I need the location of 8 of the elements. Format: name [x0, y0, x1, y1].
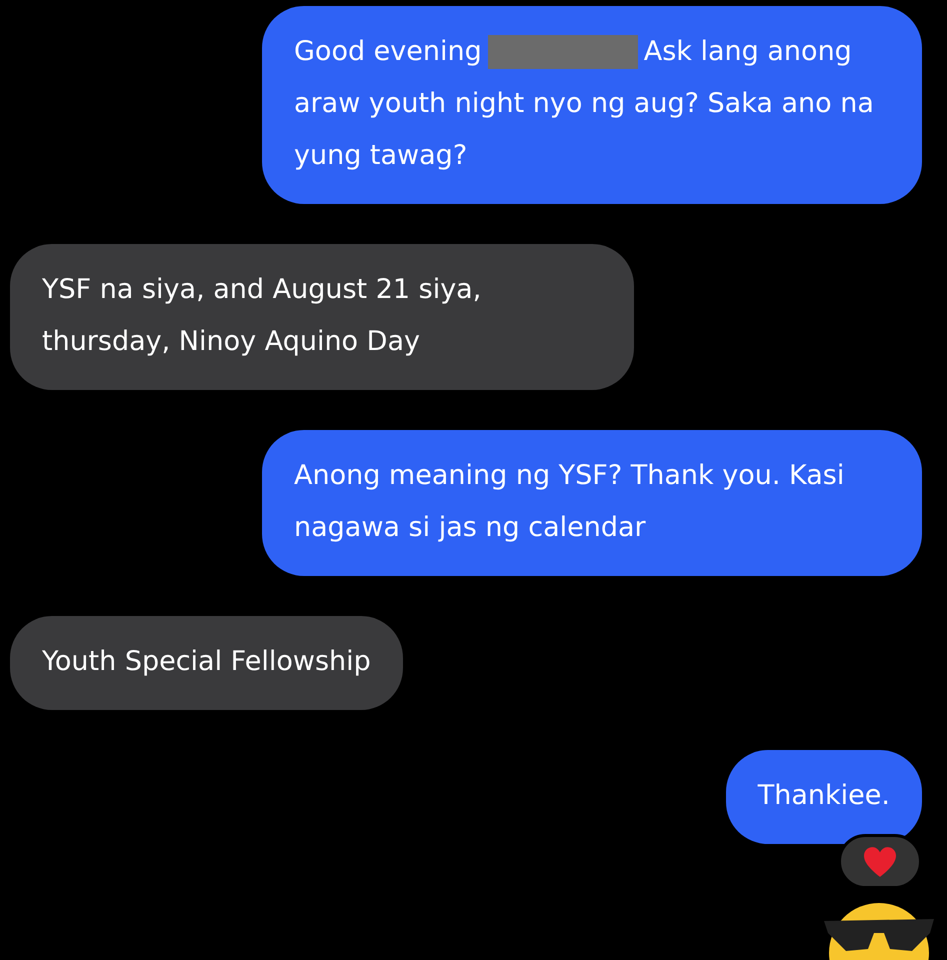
message-text: Good evening — [294, 35, 482, 69]
message-text: Anong meaning ng YSF? Thank you. Kasi nagawa si jas ng calendar — [294, 459, 846, 545]
message-text: araw youth night nyo ng aug? Saka ano na yung tawag? — [294, 87, 875, 173]
heart-icon — [862, 846, 898, 878]
message-text: Ask lang anong — [644, 35, 852, 69]
message-text: Youth Special Fellowship — [42, 645, 371, 679]
message-text: Thankiee. — [758, 779, 890, 813]
message-text: YSF na siya, and August 21 siya, thursday, Ninoy Aquino Day — [42, 273, 482, 359]
